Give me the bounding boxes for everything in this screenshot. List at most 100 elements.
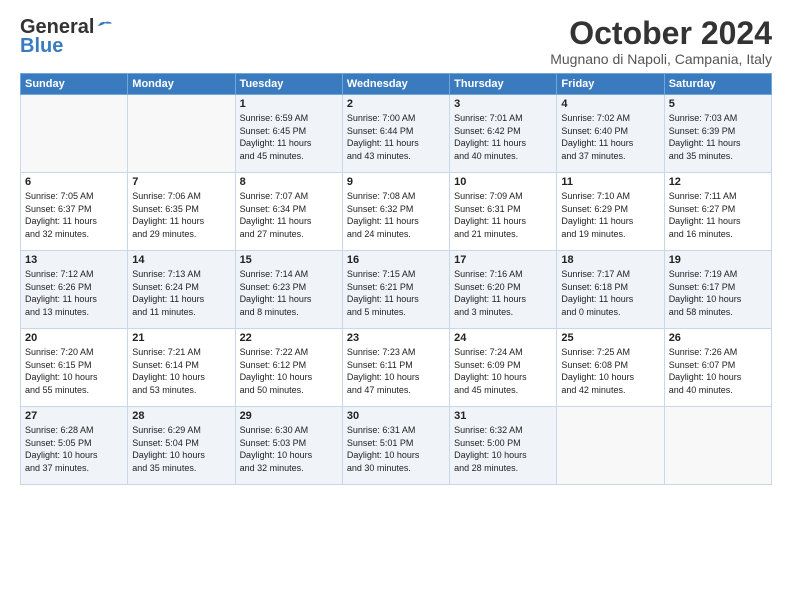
day-number: 7 bbox=[132, 176, 230, 188]
day-cell bbox=[557, 407, 664, 485]
day-cell: 30 Sunrise: 6:31 AM Sunset: 5:01 PM Dayli… bbox=[342, 407, 449, 485]
day-info: Sunrise: 6:32 AM Sunset: 5:00 PM Dayligh… bbox=[454, 424, 552, 474]
day-number: 28 bbox=[132, 410, 230, 422]
day-number: 11 bbox=[561, 176, 659, 188]
day-cell: 8 Sunrise: 7:07 AM Sunset: 6:34 PM Daylig… bbox=[235, 173, 342, 251]
day-info: Sunrise: 7:22 AM Sunset: 6:12 PM Dayligh… bbox=[240, 346, 338, 396]
day-cell: 11 Sunrise: 7:10 AM Sunset: 6:29 PM Dayli… bbox=[557, 173, 664, 251]
day-info: Sunrise: 6:31 AM Sunset: 5:01 PM Dayligh… bbox=[347, 424, 445, 474]
day-cell: 18 Sunrise: 7:17 AM Sunset: 6:18 PM Dayli… bbox=[557, 251, 664, 329]
day-info: Sunrise: 7:26 AM Sunset: 6:07 PM Dayligh… bbox=[669, 346, 767, 396]
day-info: Sunrise: 7:10 AM Sunset: 6:29 PM Dayligh… bbox=[561, 190, 659, 240]
day-info: Sunrise: 7:03 AM Sunset: 6:39 PM Dayligh… bbox=[669, 112, 767, 162]
day-number: 3 bbox=[454, 98, 552, 110]
day-cell: 3 Sunrise: 7:01 AM Sunset: 6:42 PM Daylig… bbox=[450, 95, 557, 173]
day-number: 9 bbox=[347, 176, 445, 188]
day-number: 30 bbox=[347, 410, 445, 422]
day-cell: 4Sunrise: 7:02 AM Sunset: 6:40 PM Daylig… bbox=[557, 95, 664, 173]
day-cell: 7 Sunrise: 7:06 AM Sunset: 6:35 PM Daylig… bbox=[128, 173, 235, 251]
day-info: Sunrise: 7:06 AM Sunset: 6:35 PM Dayligh… bbox=[132, 190, 230, 240]
day-cell: 26 Sunrise: 7:26 AM Sunset: 6:07 PM Dayli… bbox=[664, 329, 771, 407]
logo: General Blue bbox=[20, 16, 114, 58]
header: General Blue October 2024 Mugnano di Nap… bbox=[20, 16, 772, 67]
day-number: 23 bbox=[347, 332, 445, 344]
day-cell: 2 Sunrise: 7:00 AM Sunset: 6:44 PM Daylig… bbox=[342, 95, 449, 173]
week-row-5: 27 Sunrise: 6:28 AM Sunset: 5:05 PM Dayli… bbox=[21, 407, 772, 485]
week-row-2: 6Sunrise: 7:05 AM Sunset: 6:37 PM Daylig… bbox=[21, 173, 772, 251]
logo-bird-icon bbox=[96, 18, 114, 32]
day-number: 5 bbox=[669, 98, 767, 110]
day-cell: 12Sunrise: 7:11 AM Sunset: 6:27 PM Dayli… bbox=[664, 173, 771, 251]
day-cell: 31 Sunrise: 6:32 AM Sunset: 5:00 PM Dayli… bbox=[450, 407, 557, 485]
day-info: Sunrise: 7:07 AM Sunset: 6:34 PM Dayligh… bbox=[240, 190, 338, 240]
day-number: 13 bbox=[25, 254, 123, 266]
day-number: 31 bbox=[454, 410, 552, 422]
day-number: 17 bbox=[454, 254, 552, 266]
day-info: Sunrise: 7:15 AM Sunset: 6:21 PM Dayligh… bbox=[347, 268, 445, 318]
header-row: SundayMondayTuesdayWednesdayThursdayFrid… bbox=[21, 74, 772, 95]
day-cell: 9 Sunrise: 7:08 AM Sunset: 6:32 PM Daylig… bbox=[342, 173, 449, 251]
col-header-monday: Monday bbox=[128, 74, 235, 95]
day-cell: 24 Sunrise: 7:24 AM Sunset: 6:09 PM Dayli… bbox=[450, 329, 557, 407]
day-cell: 19Sunrise: 7:19 AM Sunset: 6:17 PM Dayli… bbox=[664, 251, 771, 329]
page: General Blue October 2024 Mugnano di Nap… bbox=[0, 0, 792, 495]
day-info: Sunrise: 6:29 AM Sunset: 5:04 PM Dayligh… bbox=[132, 424, 230, 474]
day-cell: 28 Sunrise: 6:29 AM Sunset: 5:04 PM Dayli… bbox=[128, 407, 235, 485]
week-row-3: 13 Sunrise: 7:12 AM Sunset: 6:26 PM Dayli… bbox=[21, 251, 772, 329]
day-number: 10 bbox=[454, 176, 552, 188]
day-cell bbox=[128, 95, 235, 173]
day-number: 21 bbox=[132, 332, 230, 344]
day-cell bbox=[21, 95, 128, 173]
day-info: Sunrise: 7:14 AM Sunset: 6:23 PM Dayligh… bbox=[240, 268, 338, 318]
day-cell: 21 Sunrise: 7:21 AM Sunset: 6:14 PM Dayli… bbox=[128, 329, 235, 407]
day-info: Sunrise: 7:21 AM Sunset: 6:14 PM Dayligh… bbox=[132, 346, 230, 396]
col-header-tuesday: Tuesday bbox=[235, 74, 342, 95]
day-info: Sunrise: 7:13 AM Sunset: 6:24 PM Dayligh… bbox=[132, 268, 230, 318]
day-number: 27 bbox=[25, 410, 123, 422]
day-info: Sunrise: 7:17 AM Sunset: 6:18 PM Dayligh… bbox=[561, 268, 659, 318]
day-info: Sunrise: 7:20 AM Sunset: 6:15 PM Dayligh… bbox=[25, 346, 123, 396]
day-number: 15 bbox=[240, 254, 338, 266]
day-number: 8 bbox=[240, 176, 338, 188]
col-header-sunday: Sunday bbox=[21, 74, 128, 95]
location-title: Mugnano di Napoli, Campania, Italy bbox=[550, 51, 772, 67]
day-number: 18 bbox=[561, 254, 659, 266]
day-number: 26 bbox=[669, 332, 767, 344]
week-row-4: 20Sunrise: 7:20 AM Sunset: 6:15 PM Dayli… bbox=[21, 329, 772, 407]
day-number: 2 bbox=[347, 98, 445, 110]
day-info: Sunrise: 7:12 AM Sunset: 6:26 PM Dayligh… bbox=[25, 268, 123, 318]
day-cell: 14 Sunrise: 7:13 AM Sunset: 6:24 PM Dayli… bbox=[128, 251, 235, 329]
day-info: Sunrise: 6:59 AM Sunset: 6:45 PM Dayligh… bbox=[240, 112, 338, 162]
day-info: Sunrise: 7:08 AM Sunset: 6:32 PM Dayligh… bbox=[347, 190, 445, 240]
day-cell: 20Sunrise: 7:20 AM Sunset: 6:15 PM Dayli… bbox=[21, 329, 128, 407]
day-number: 4 bbox=[561, 98, 659, 110]
week-row-1: 1 Sunrise: 6:59 AM Sunset: 6:45 PM Daylig… bbox=[21, 95, 772, 173]
day-info: Sunrise: 6:28 AM Sunset: 5:05 PM Dayligh… bbox=[25, 424, 123, 474]
day-info: Sunrise: 7:00 AM Sunset: 6:44 PM Dayligh… bbox=[347, 112, 445, 162]
day-cell: 10Sunrise: 7:09 AM Sunset: 6:31 PM Dayli… bbox=[450, 173, 557, 251]
day-number: 29 bbox=[240, 410, 338, 422]
day-info: Sunrise: 7:25 AM Sunset: 6:08 PM Dayligh… bbox=[561, 346, 659, 396]
day-number: 24 bbox=[454, 332, 552, 344]
day-cell: 5 Sunrise: 7:03 AM Sunset: 6:39 PM Daylig… bbox=[664, 95, 771, 173]
day-number: 25 bbox=[561, 332, 659, 344]
calendar-table: SundayMondayTuesdayWednesdayThursdayFrid… bbox=[20, 73, 772, 485]
day-info: Sunrise: 6:30 AM Sunset: 5:03 PM Dayligh… bbox=[240, 424, 338, 474]
logo-blue: Blue bbox=[20, 35, 63, 58]
day-number: 1 bbox=[240, 98, 338, 110]
day-cell: 23Sunrise: 7:23 AM Sunset: 6:11 PM Dayli… bbox=[342, 329, 449, 407]
day-info: Sunrise: 7:11 AM Sunset: 6:27 PM Dayligh… bbox=[669, 190, 767, 240]
day-cell bbox=[664, 407, 771, 485]
day-info: Sunrise: 7:19 AM Sunset: 6:17 PM Dayligh… bbox=[669, 268, 767, 318]
day-number: 16 bbox=[347, 254, 445, 266]
day-number: 14 bbox=[132, 254, 230, 266]
day-info: Sunrise: 7:24 AM Sunset: 6:09 PM Dayligh… bbox=[454, 346, 552, 396]
day-cell: 17Sunrise: 7:16 AM Sunset: 6:20 PM Dayli… bbox=[450, 251, 557, 329]
day-cell: 1 Sunrise: 6:59 AM Sunset: 6:45 PM Daylig… bbox=[235, 95, 342, 173]
day-cell: 13 Sunrise: 7:12 AM Sunset: 6:26 PM Dayli… bbox=[21, 251, 128, 329]
day-cell: 6Sunrise: 7:05 AM Sunset: 6:37 PM Daylig… bbox=[21, 173, 128, 251]
col-header-wednesday: Wednesday bbox=[342, 74, 449, 95]
day-info: Sunrise: 7:01 AM Sunset: 6:42 PM Dayligh… bbox=[454, 112, 552, 162]
title-block: October 2024 Mugnano di Napoli, Campania… bbox=[550, 16, 772, 67]
day-info: Sunrise: 7:05 AM Sunset: 6:37 PM Dayligh… bbox=[25, 190, 123, 240]
